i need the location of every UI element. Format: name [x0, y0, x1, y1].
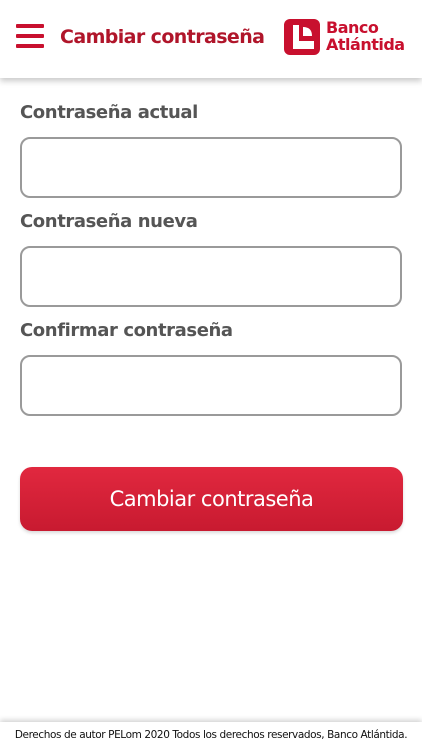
confirm-password-group: Confirmar contraseña	[20, 318, 402, 427]
brand-line-1: Banco	[326, 18, 379, 37]
change-password-button[interactable]: Cambiar contraseña	[20, 467, 403, 531]
change-password-screen: Cambiar contraseña Banco Atlántida Contr…	[0, 0, 422, 750]
new-password-label: Contraseña nueva	[20, 211, 198, 232]
brand-name: Banco Atlántida	[326, 19, 405, 53]
brand-logo-icon	[284, 19, 320, 55]
hamburger-menu-icon[interactable]	[16, 24, 44, 48]
brand-line-2: Atlántida	[326, 35, 405, 54]
confirm-password-input[interactable]	[20, 355, 402, 416]
new-password-group: Contraseña nueva	[20, 209, 402, 318]
new-password-input[interactable]	[20, 246, 402, 307]
confirm-password-label: Confirmar contraseña	[20, 320, 233, 341]
page-footer: Derechos de autor PELom 2020 Todos los d…	[0, 722, 422, 750]
copyright-text: Derechos de autor PELom 2020 Todos los d…	[14, 729, 408, 741]
current-password-group: Contraseña actual	[20, 100, 402, 209]
current-password-input[interactable]	[20, 137, 402, 198]
page-title: Cambiar contraseña	[60, 26, 265, 48]
change-password-form: Contraseña actual Contraseña nueva Confi…	[20, 100, 402, 427]
current-password-label: Contraseña actual	[20, 102, 198, 123]
banco-atlantida-logo: Banco Atlántida	[284, 19, 416, 57]
app-header: Cambiar contraseña Banco Atlántida	[0, 0, 422, 78]
